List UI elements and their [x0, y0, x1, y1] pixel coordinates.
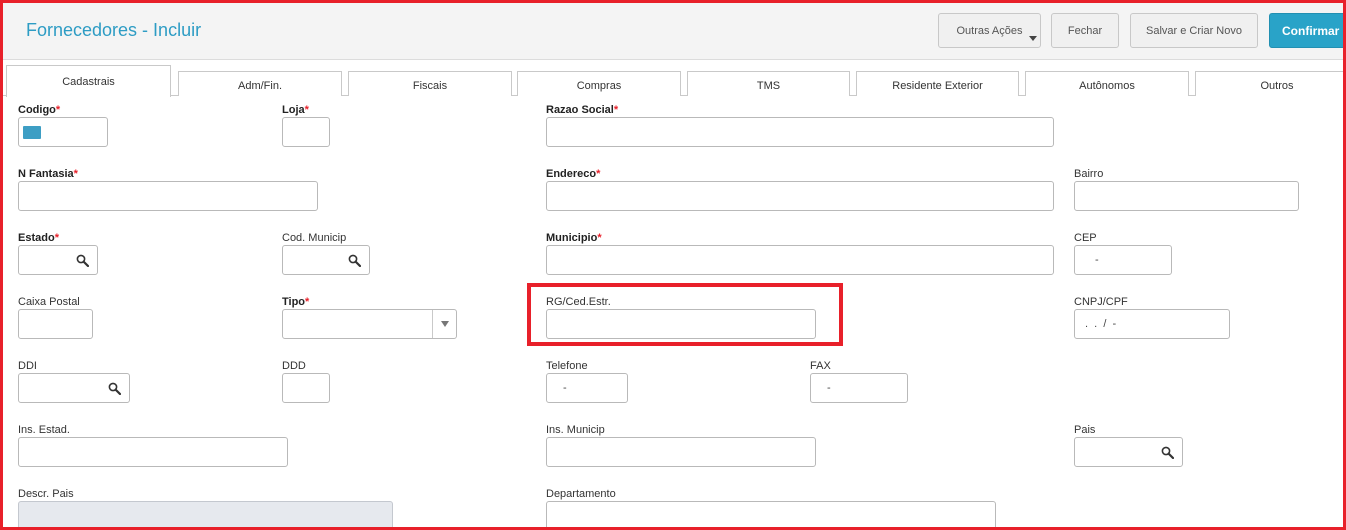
tab-compras[interactable]: Compras — [517, 71, 681, 96]
codigo-label: Codigo* — [18, 104, 61, 116]
fax-field[interactable]: - — [810, 373, 908, 403]
ddd-field[interactable] — [282, 373, 330, 403]
tab-bar: Cadastrais Adm/Fin. Fiscais Compras TMS … — [3, 60, 1346, 97]
chevron-down-icon[interactable] — [432, 310, 456, 338]
more-actions-label: Outras Ações — [956, 24, 1023, 37]
tab-cadastrais[interactable]: Cadastrais — [6, 65, 171, 97]
cep-label: CEP — [1074, 232, 1097, 244]
estado-label: Estado* — [18, 232, 59, 244]
cursor-chip-icon — [23, 126, 41, 139]
fax-label: FAX — [810, 360, 831, 372]
confirm-button[interactable]: Confirmar — [1269, 13, 1343, 48]
search-icon[interactable] — [348, 254, 361, 267]
caixa-postal-label: Caixa Postal — [18, 296, 80, 308]
cnpj-cpf-mask: . . / - — [1085, 318, 1117, 330]
tipo-select[interactable] — [282, 309, 457, 339]
rg-ced-highlight-box — [527, 283, 843, 346]
ddd-label: DDD — [282, 360, 306, 372]
ins-estad-label: Ins. Estad. — [18, 424, 70, 436]
razao-social-label: Razao Social* — [546, 104, 619, 116]
descr-pais-label: Descr. Pais — [18, 488, 74, 500]
fax-mask: - — [827, 382, 832, 394]
tipo-label: Tipo* — [282, 296, 310, 308]
departamento-label: Departamento — [546, 488, 616, 500]
cep-field[interactable]: - — [1074, 245, 1172, 275]
caret-down-icon — [1029, 36, 1037, 41]
search-icon[interactable] — [108, 382, 121, 395]
search-icon[interactable] — [1161, 446, 1174, 459]
codigo-field[interactable] — [18, 117, 108, 147]
tab-outros[interactable]: Outros — [1195, 71, 1346, 96]
cnpj-cpf-label: CNPJ/CPF — [1074, 296, 1128, 308]
razao-social-field[interactable] — [546, 117, 1054, 147]
cep-mask: - — [1095, 254, 1100, 266]
municipio-field[interactable] — [546, 245, 1054, 275]
page-title: Fornecedores - Incluir — [26, 20, 202, 40]
save-and-new-button[interactable]: Salvar e Criar Novo — [1130, 13, 1258, 48]
ins-estad-field[interactable] — [18, 437, 288, 467]
descr-pais-field — [18, 501, 393, 530]
tab-adm-fin[interactable]: Adm/Fin. — [178, 71, 342, 96]
bairro-label: Bairro — [1074, 168, 1104, 180]
tab-tms[interactable]: TMS — [687, 71, 850, 96]
departamento-field[interactable] — [546, 501, 996, 530]
telefone-mask: - — [563, 382, 568, 394]
telefone-field[interactable]: - — [546, 373, 628, 403]
ddi-field[interactable] — [18, 373, 130, 403]
page-header: Fornecedores - Incluir Outras Ações Fech… — [3, 3, 1343, 60]
estado-field[interactable] — [18, 245, 98, 275]
search-icon[interactable] — [76, 254, 89, 267]
n-fantasia-field[interactable] — [18, 181, 318, 211]
more-actions-button[interactable]: Outras Ações — [938, 13, 1041, 48]
telefone-label: Telefone — [546, 360, 588, 372]
cnpj-cpf-field[interactable]: . . / - — [1074, 309, 1230, 339]
n-fantasia-label: N Fantasia* — [18, 168, 78, 180]
ddi-label: DDI — [18, 360, 37, 372]
loja-field[interactable] — [282, 117, 330, 147]
tab-fiscais[interactable]: Fiscais — [348, 71, 512, 96]
endereco-label: Endereco* — [546, 168, 601, 180]
bairro-field[interactable] — [1074, 181, 1299, 211]
ins-municip-field[interactable] — [546, 437, 816, 467]
endereco-field[interactable] — [546, 181, 1054, 211]
cod-municip-label: Cod. Municip — [282, 232, 347, 244]
caixa-postal-field[interactable] — [18, 309, 93, 339]
close-button[interactable]: Fechar — [1051, 13, 1119, 48]
tab-autonomos[interactable]: Autônomos — [1025, 71, 1189, 96]
cod-municip-field[interactable] — [282, 245, 370, 275]
pais-label: Pais — [1074, 424, 1096, 436]
loja-label: Loja* — [282, 104, 309, 116]
ins-municip-label: Ins. Municip — [546, 424, 605, 436]
tab-residente-exterior[interactable]: Residente Exterior — [856, 71, 1019, 96]
municipio-label: Municipio* — [546, 232, 602, 244]
pais-field[interactable] — [1074, 437, 1183, 467]
